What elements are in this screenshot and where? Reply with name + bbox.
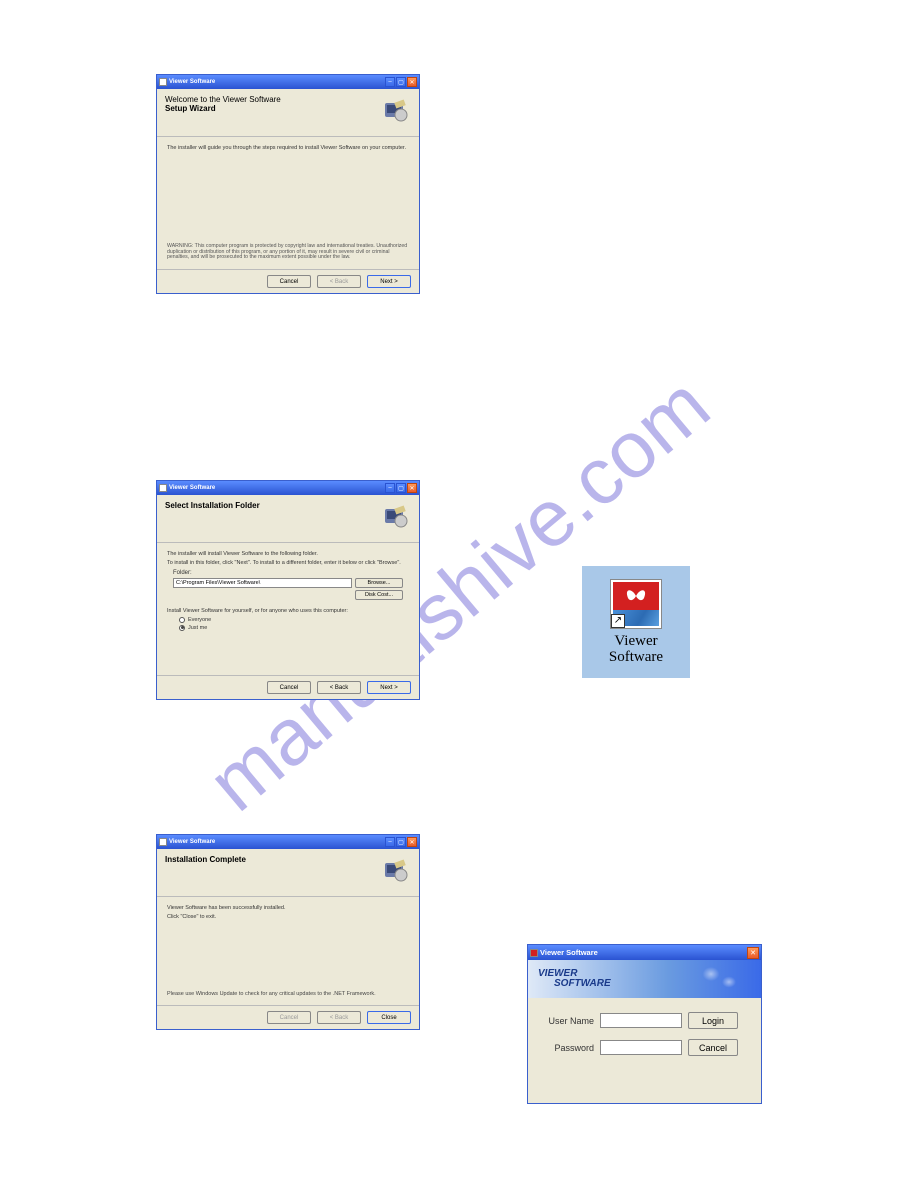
wizard-complete-window: Viewer Software – ▢ ✕ Installation Compl… <box>156 834 420 1030</box>
close-instruction: Click "Close" to exit. <box>167 914 409 921</box>
shortcut-label: Viewer Software <box>609 633 663 666</box>
close-button[interactable]: ✕ <box>407 77 417 87</box>
app-icon <box>159 484 167 492</box>
window-title: Viewer Software <box>540 948 598 957</box>
cancel-button[interactable]: Cancel <box>267 681 311 694</box>
close-button[interactable]: ✕ <box>747 947 759 959</box>
minimize-button[interactable]: – <box>385 837 395 847</box>
close-button[interactable]: ✕ <box>407 837 417 847</box>
password-input[interactable] <box>600 1040 682 1055</box>
cancel-button: Cancel <box>267 1011 311 1024</box>
titlebar: Viewer Software – ▢ ✕ <box>157 75 419 89</box>
cancel-button[interactable]: Cancel <box>267 275 311 288</box>
complete-text: Viewer Software has been successfully in… <box>167 905 409 912</box>
banner-line2: SOFTWARE <box>554 979 611 989</box>
titlebar: Viewer Software – ▢ ✕ <box>157 835 419 849</box>
folder-label: Folder: <box>173 570 409 576</box>
radio-everyone[interactable]: Everyone <box>179 617 397 623</box>
wizard-header: Installation Complete <box>157 849 419 897</box>
folder-intro: The installer will install Viewer Softwa… <box>167 551 409 558</box>
window-title: Viewer Software <box>169 839 215 845</box>
radio-icon <box>179 625 185 631</box>
folder-input[interactable] <box>173 578 352 588</box>
shortcut-arrow-icon: ↗ <box>611 614 625 628</box>
app-icon <box>159 838 167 846</box>
next-button[interactable]: Next > <box>367 275 411 288</box>
radio-justme-label: Just me <box>188 625 207 631</box>
close-wizard-button[interactable]: Close <box>367 1011 411 1024</box>
window-title: Viewer Software <box>169 485 215 491</box>
back-button: < Back <box>317 1011 361 1024</box>
radio-icon <box>179 617 185 623</box>
welcome-text: The installer will guide you through the… <box>167 145 409 152</box>
warning-text: WARNING: This computer program is protec… <box>167 244 409 261</box>
wizard-folder-window: Viewer Software – ▢ ✕ Select Installatio… <box>156 480 420 700</box>
login-form: User Name Login Password Cancel <box>528 998 761 1080</box>
app-icon <box>530 949 538 957</box>
app-icon <box>159 78 167 86</box>
maximize-button[interactable]: ▢ <box>396 483 406 493</box>
username-input[interactable] <box>600 1013 682 1028</box>
shortcut-icon: ↗ <box>610 579 662 629</box>
desktop-shortcut[interactable]: ↗ Viewer Software <box>582 566 690 678</box>
wizard-body: The installer will install Viewer Softwa… <box>157 543 419 639</box>
maximize-button[interactable]: ▢ <box>396 837 406 847</box>
wizard-welcome-window: Viewer Software – ▢ ✕ Welcome to the Vie… <box>156 74 420 294</box>
header-line2: Setup Wizard <box>165 104 281 113</box>
browse-button[interactable]: Browse... <box>355 578 403 588</box>
back-button[interactable]: < Back <box>317 681 361 694</box>
install-for-text: Install Viewer Software for yourself, or… <box>167 608 409 615</box>
button-bar: Cancel < Back Next > <box>157 269 419 293</box>
header-title: Installation Complete <box>165 855 246 890</box>
login-banner: VIEWER SOFTWARE <box>528 960 761 998</box>
wizard-body: The installer will guide you through the… <box>157 137 419 160</box>
password-label: Password <box>538 1043 594 1053</box>
folder-instruction: To install in this folder, click "Next".… <box>167 560 409 567</box>
cancel-login-button[interactable]: Cancel <box>688 1039 738 1056</box>
radio-justme[interactable]: Just me <box>179 625 397 631</box>
installer-icon <box>381 95 411 125</box>
minimize-button[interactable]: – <box>385 77 395 87</box>
username-label: User Name <box>538 1016 594 1026</box>
maximize-button[interactable]: ▢ <box>396 77 406 87</box>
header-line1: Welcome to the Viewer Software <box>165 95 281 104</box>
installer-icon <box>381 855 411 885</box>
login-button[interactable]: Login <box>688 1012 738 1029</box>
window-title: Viewer Software <box>169 79 215 85</box>
disk-cost-button[interactable]: Disk Cost... <box>355 590 403 600</box>
button-bar: Cancel < Back Close <box>157 1005 419 1029</box>
login-window: Viewer Software ✕ VIEWER SOFTWARE User N… <box>527 944 762 1104</box>
wizard-header: Select Installation Folder <box>157 495 419 543</box>
wizard-body: Viewer Software has been successfully in… <box>157 897 419 928</box>
minimize-button[interactable]: – <box>385 483 395 493</box>
header-title: Select Installation Folder <box>165 501 260 536</box>
next-button[interactable]: Next > <box>367 681 411 694</box>
button-bar: Cancel < Back Next > <box>157 675 419 699</box>
back-button: < Back <box>317 275 361 288</box>
titlebar: Viewer Software – ▢ ✕ <box>157 481 419 495</box>
wizard-header: Welcome to the Viewer Software Setup Wiz… <box>157 89 419 137</box>
framework-note: Please use Windows Update to check for a… <box>167 991 409 997</box>
installer-icon <box>381 501 411 531</box>
titlebar: Viewer Software ✕ <box>528 945 761 960</box>
close-button[interactable]: ✕ <box>407 483 417 493</box>
radio-everyone-label: Everyone <box>188 617 211 623</box>
